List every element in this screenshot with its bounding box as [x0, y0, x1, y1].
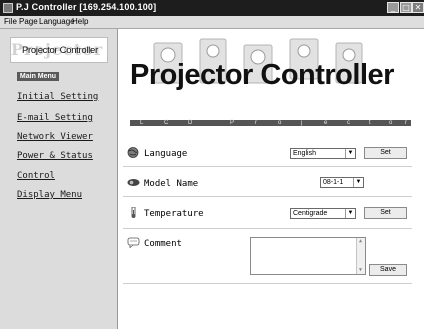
nav-initial-setting[interactable]: Initial Setting	[17, 92, 98, 102]
menu-file[interactable]: File	[4, 16, 17, 28]
logo-text: Projector Controller	[22, 45, 98, 56]
menu-page[interactable]: Page	[19, 16, 38, 28]
window-title: P.J Controller [169.254.100.100]	[16, 2, 157, 12]
thermometer-icon	[131, 207, 136, 218]
divider	[123, 196, 412, 197]
strip-letter: c	[347, 120, 350, 126]
temperature-label: Temperature	[144, 209, 204, 219]
comment-save-button[interactable]: Save	[369, 264, 407, 276]
menu-language[interactable]: Language	[39, 16, 75, 28]
strip-letter: o	[389, 120, 393, 126]
chevron-down-icon: ▼	[345, 209, 355, 218]
temperature-select[interactable]: Centigrade ▼	[290, 208, 356, 219]
model-name-label: Model Name	[144, 179, 199, 189]
nav-network-viewer[interactable]: Network Viewer	[17, 132, 93, 142]
sidebar: Projector Controller Projector Controlle…	[0, 29, 118, 329]
strip-letter: r	[405, 120, 407, 126]
menu-help[interactable]: Help	[72, 16, 88, 28]
divider	[123, 166, 412, 167]
divider	[123, 228, 412, 229]
language-label: Language	[144, 149, 188, 159]
language-value: English	[293, 150, 316, 157]
close-button[interactable]: ✕	[412, 2, 424, 13]
scroll-down-icon[interactable]: ▼	[357, 267, 364, 274]
nav-display-menu[interactable]: Display Menu	[17, 190, 82, 200]
comment-label: Comment	[144, 239, 182, 249]
sidebar-logo: Projector Controller Projector Controlle…	[10, 37, 108, 63]
app-icon	[3, 3, 13, 13]
projector-icon	[127, 179, 140, 186]
comment-scrollbar[interactable]: ▲ ▼	[356, 238, 365, 274]
maximize-button[interactable]: □	[400, 2, 412, 13]
strip-letter: t	[369, 120, 371, 126]
language-set-button[interactable]: Set	[364, 147, 407, 159]
strip-letter: j	[301, 120, 303, 126]
main-menu-badge: Main Menu	[17, 72, 59, 81]
strip-letter: r	[255, 120, 257, 126]
speech-bubble-icon	[127, 237, 140, 248]
model-name-value: 08-1-1	[323, 179, 344, 186]
strip-letter: o	[278, 120, 282, 126]
temperature-set-button[interactable]: Set	[364, 207, 407, 219]
strip-letter: P	[230, 120, 235, 126]
comment-textarea[interactable]: ▲ ▼	[250, 237, 366, 275]
strip-letter: e	[324, 120, 328, 126]
chevron-down-icon: ▼	[353, 178, 363, 187]
language-select[interactable]: English ▼	[290, 148, 356, 159]
menu-bar: File Page Language Help	[0, 16, 424, 29]
temperature-value: Centigrade	[293, 210, 328, 217]
scroll-up-icon[interactable]: ▲	[357, 238, 364, 245]
strip-letter: C	[164, 120, 169, 126]
nav-power-status[interactable]: Power & Status	[17, 151, 93, 161]
model-name-select[interactable]: 08-1-1 ▼	[320, 177, 364, 188]
divider	[123, 283, 412, 284]
nav-control[interactable]: Control	[17, 171, 55, 181]
globe-icon	[127, 147, 139, 158]
title-bar: P.J Controller [169.254.100.100] _ □ ✕	[0, 0, 424, 16]
main-panel: Projector Controller L C D P r o j e c t…	[118, 29, 424, 329]
chevron-down-icon: ▼	[345, 149, 355, 158]
page-title: Projector Controller	[130, 59, 394, 91]
strip-letter: L	[140, 120, 144, 126]
lcd-projector-strip: L C D P r o j e c t o r	[130, 120, 411, 126]
strip-letter: D	[188, 120, 193, 126]
minimize-button[interactable]: _	[387, 2, 399, 13]
nav-email-setting[interactable]: E-mail Setting	[17, 113, 93, 123]
